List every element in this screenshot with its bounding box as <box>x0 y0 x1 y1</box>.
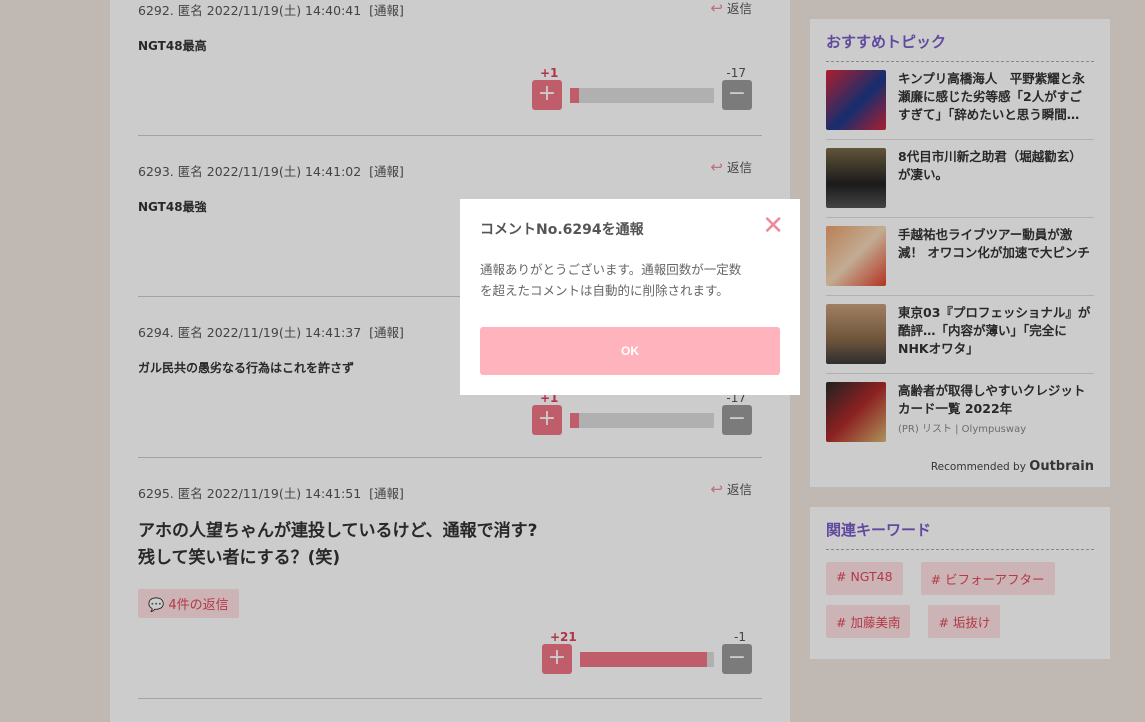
report-dialog: コメントNo.6294を通報 ✕ 通報ありがとうございます。通報回数が一定数 を… <box>460 199 800 395</box>
dialog-message-line: 通報ありがとうございます。通報回数が一定数 <box>480 262 742 277</box>
ok-button[interactable]: OK <box>480 327 780 375</box>
dialog-title: コメントNo.6294を通報 <box>480 222 644 238</box>
dialog-message: 通報ありがとうございます。通報回数が一定数 を超えたコメントは自動的に削除されま… <box>480 259 780 301</box>
close-icon[interactable]: ✕ <box>762 211 784 241</box>
dialog-message-line: を超えたコメントは自動的に削除されます。 <box>480 283 729 298</box>
